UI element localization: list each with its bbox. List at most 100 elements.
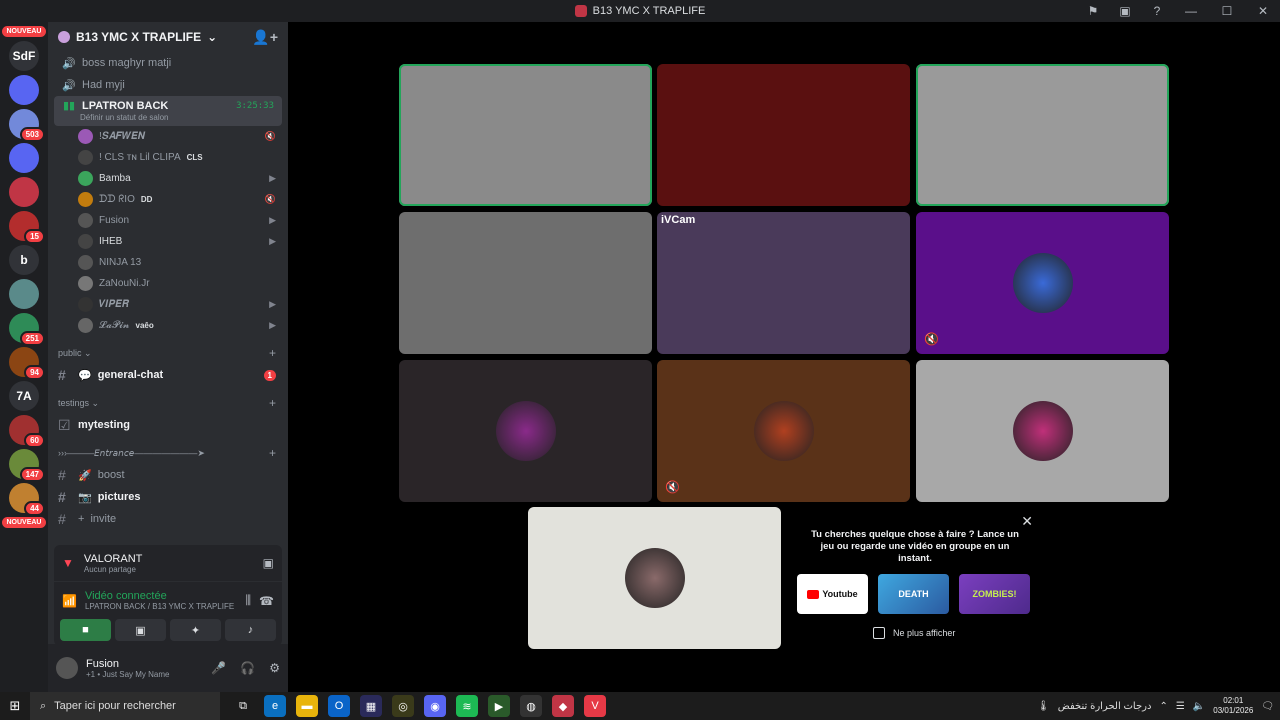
server-text-b[interactable]: b — [9, 245, 39, 275]
speaker-icon[interactable]: 🔈 — [1193, 701, 1205, 712]
server-folder[interactable] — [9, 75, 39, 105]
title-bar-controls: ⚑ ▣ ? — ☐ ✕ — [1086, 0, 1272, 22]
server-icon-3[interactable]: 15 — [9, 211, 45, 244]
task-view-icon[interactable]: ⧉ — [232, 695, 254, 717]
server-icon-6[interactable]: 94 — [9, 347, 45, 380]
minimize-button[interactable]: — — [1182, 4, 1200, 18]
maximize-button[interactable]: ☐ — [1218, 4, 1236, 18]
microphone-icon[interactable]: 🎤 — [211, 661, 226, 675]
server-icon-2[interactable] — [9, 177, 39, 207]
screen-share-icon[interactable]: ▣ — [263, 556, 274, 570]
disconnect-icon[interactable]: ☎ — [259, 594, 274, 608]
noise-suppression-icon[interactable]: ⫼ — [246, 593, 252, 608]
avatar — [78, 192, 93, 207]
voice-member[interactable]: 𝑽𝑰𝑷𝑬𝑹 ▶ — [48, 294, 288, 315]
channel-general-chat[interactable]: # 💬 general-chat 1 — [48, 364, 288, 386]
voice-member[interactable]: NINJA 13 — [48, 252, 288, 273]
server-text-7a[interactable]: 7A — [9, 381, 39, 411]
signal-icon: 📶 — [62, 593, 77, 608]
gear-icon[interactable]: ⚙ — [269, 661, 280, 675]
app-icon[interactable]: ◎ — [392, 695, 414, 717]
search-box[interactable]: ⌕ Taper ici pour rechercher — [30, 692, 220, 720]
video-tile[interactable]: iVCam — [657, 212, 910, 354]
deafened-icon: 🔇 — [264, 131, 276, 141]
active-voice-channel[interactable]: ▮▮ LPATRON BACK Définir un statut de sal… — [54, 96, 282, 126]
add-member-icon[interactable]: 👤+ — [252, 29, 278, 46]
channel-mytesting[interactable]: ☑ mytesting — [48, 414, 288, 436]
video-tile[interactable] — [399, 212, 652, 354]
voice-member[interactable]: IHEB ▶ — [48, 231, 288, 252]
voice-member[interactable]: !𝑺𝑨𝑭𝑾𝑬𝑵 🔇 — [48, 126, 288, 147]
edge-icon[interactable]: e — [264, 695, 286, 717]
video-tile[interactable] — [916, 360, 1169, 502]
channel-invite[interactable]: # + invite — [48, 508, 288, 530]
avatar — [753, 401, 814, 461]
valorant-taskbar-icon[interactable]: V — [584, 695, 606, 717]
avatar[interactable] — [56, 657, 78, 679]
video-tile[interactable]: 🔇 — [657, 360, 910, 502]
youtube-card[interactable]: Youtube — [797, 574, 868, 614]
voice-member[interactable]: Bamba ▶ — [48, 168, 288, 189]
server-text-sdf[interactable]: SdF — [9, 41, 39, 71]
discord-icon[interactable]: ◉ — [424, 695, 446, 717]
video-tile[interactable]: 🔇 — [916, 212, 1169, 354]
network-icon[interactable]: ☰ — [1176, 701, 1185, 712]
server-icon-1[interactable]: 503 — [9, 109, 45, 142]
voice-member[interactable]: ᗪᗪ ᖇIO DD 🔇 — [48, 189, 288, 210]
server-icon-4[interactable] — [9, 279, 39, 309]
close-icon[interactable]: ✕ — [1021, 513, 1033, 530]
inbox-icon[interactable]: ▣ — [1118, 4, 1132, 18]
channel-boost[interactable]: # 🚀 boost — [48, 464, 288, 486]
video-tile[interactable] — [916, 64, 1169, 206]
title-bar: B13 YMC X TRAPLIFE ⚑ ▣ ? — ☐ ✕ — [0, 0, 1280, 22]
video-tile[interactable] — [399, 64, 652, 206]
voice-channel-1[interactable]: 🔊 boss maghyr matji — [48, 52, 288, 74]
server-icon-5[interactable]: 251 — [9, 313, 45, 346]
close-button[interactable]: ✕ — [1254, 4, 1272, 18]
voice-channel-2[interactable]: 🔊 Had myji — [48, 74, 288, 96]
video-tile[interactable] — [528, 507, 781, 649]
notification-icon[interactable]: 🗨 — [1261, 701, 1274, 712]
game-card-zombies[interactable]: ZOMBIES! — [959, 574, 1030, 614]
soundboard-button[interactable]: ♪ — [225, 619, 276, 641]
voice-connection-panel: 📶 Vidéo connectée LPATRON BACK / B13 YMC… — [54, 582, 282, 646]
guild-header[interactable]: B13 YMC X TRAPLIFE ⌄ 👤+ — [48, 22, 288, 52]
share-screen-button[interactable]: ▣ — [115, 619, 166, 641]
video-tile[interactable] — [657, 64, 910, 206]
chevron-up-icon[interactable]: ⌃ — [1159, 701, 1167, 712]
server-icon-7[interactable]: 60 — [9, 415, 45, 448]
windows-start-icon[interactable]: ⊞ — [0, 698, 30, 714]
spotify-icon[interactable]: ≋ — [456, 695, 478, 717]
add-channel-icon[interactable]: + — [269, 396, 276, 410]
folder-icon[interactable]: ▬ — [296, 695, 318, 717]
voice-member[interactable]: ! CLS ᴛɴ Lil CLIPA CLS — [48, 147, 288, 168]
voice-member[interactable]: Fusion ▶ — [48, 210, 288, 231]
steam-icon[interactable]: ◍ — [520, 695, 542, 717]
server-folder-2[interactable] — [9, 143, 39, 173]
clock[interactable]: 02:01 03/01/2026 — [1213, 696, 1253, 716]
play-icon[interactable]: ▶ — [488, 695, 510, 717]
store-icon[interactable]: ▦ — [360, 695, 382, 717]
help-icon[interactable]: ? — [1150, 4, 1164, 18]
category-entrance[interactable]: ›››———𝘌𝘯𝘵𝘳𝘢𝘯𝘤𝘦———————➤ + — [48, 442, 288, 464]
channel-pictures[interactable]: # 📷 pictures — [48, 486, 288, 508]
headphones-icon[interactable]: 🎧 — [240, 661, 255, 675]
category-public[interactable]: public ⌄ + — [48, 342, 288, 364]
voice-member[interactable]: 𝓛𝓪𝓟𝓲𝓷 vaêo ▶ — [48, 315, 288, 336]
server-icon-9[interactable]: 44 — [9, 483, 45, 516]
camera-icon: ▶ — [269, 320, 276, 330]
game-card-death[interactable]: DEATH — [878, 574, 949, 614]
camera-button[interactable]: ■ — [60, 619, 111, 641]
add-channel-icon[interactable]: + — [269, 446, 276, 460]
video-tile[interactable] — [399, 360, 652, 502]
category-testings[interactable]: testings ⌄ + — [48, 392, 288, 414]
flag-icon[interactable]: ⚑ — [1086, 4, 1100, 18]
server-icon-8[interactable]: 147 — [9, 449, 45, 482]
add-channel-icon[interactable]: + — [269, 346, 276, 360]
app-red-icon[interactable]: ◆ — [552, 695, 574, 717]
voice-member[interactable]: ZaNouNi.Jr — [48, 273, 288, 294]
outlook-icon[interactable]: O — [328, 695, 350, 717]
checkbox[interactable] — [873, 627, 885, 639]
dont-show-again[interactable]: Ne plus afficher — [873, 627, 955, 639]
activities-button[interactable]: ✦ — [170, 619, 221, 641]
